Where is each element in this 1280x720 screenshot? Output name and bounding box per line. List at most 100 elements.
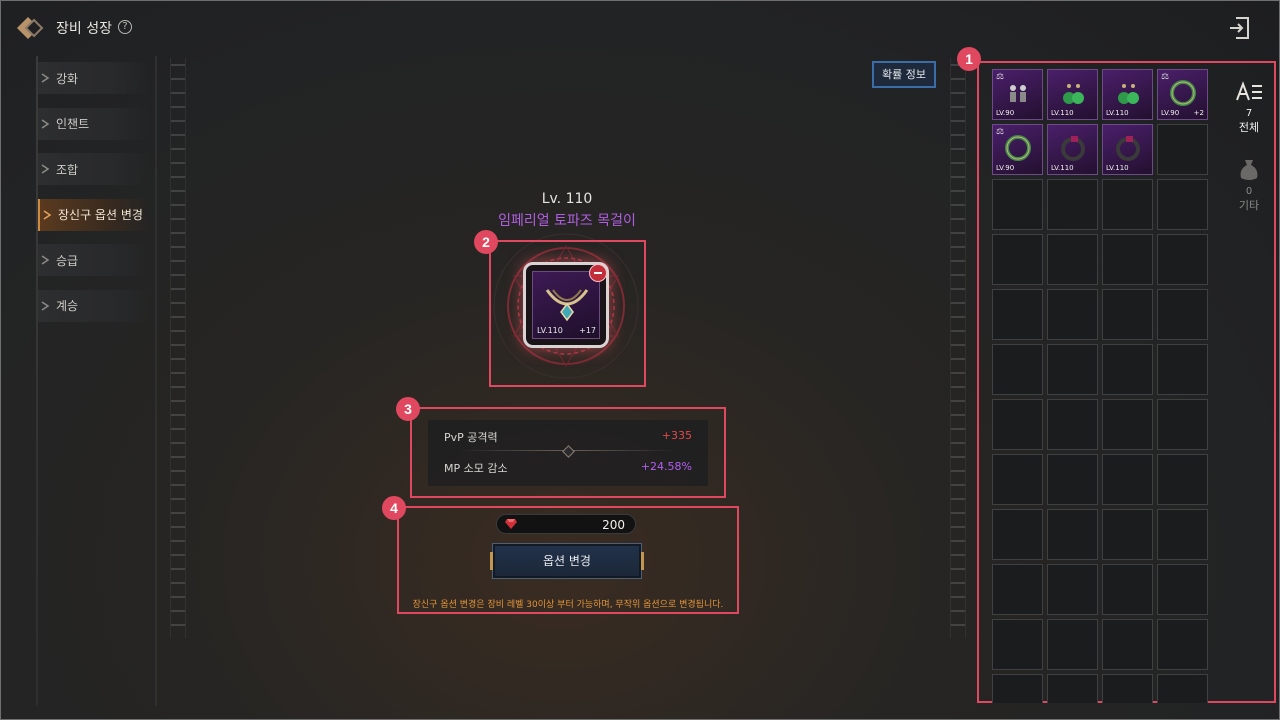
inventory-slot[interactable] [1157,619,1208,670]
inventory-slot[interactable] [1157,234,1208,285]
menu-item-enchant[interactable]: 인챈트 [38,107,150,140]
tab-label: 전체 [1238,121,1260,134]
green-earring-icon [1118,84,1139,104]
inventory-tab-all[interactable]: 7 전체 [1228,80,1270,135]
inventory-slot[interactable] [992,399,1043,450]
inventory-slot[interactable] [1157,289,1208,340]
lock-icon: ⚖ [1161,72,1170,82]
inventory-slot[interactable] [1157,674,1208,703]
list-sort-icon [1236,81,1262,101]
highlight-stats [410,407,726,498]
inventory-slot[interactable] [1157,344,1208,395]
inventory-slot[interactable]: ⚖ LV.90 [992,69,1043,120]
menu-arrow-icon [41,73,50,83]
slot-level: LV.110 [1051,109,1074,117]
inventory-slot[interactable]: LV.110 [1047,69,1098,120]
inventory-slot[interactable] [1047,179,1098,230]
inventory-slot[interactable] [1047,399,1098,450]
inventory-slot[interactable] [992,509,1043,560]
inventory-slot[interactable] [1047,344,1098,395]
inventory-slot[interactable]: ⚖ LV.90 +2 [1157,69,1208,120]
inventory-slot[interactable] [1102,564,1153,615]
inventory-slot[interactable] [1102,619,1153,670]
inventory-slot[interactable] [1102,344,1153,395]
inventory-slot[interactable] [1157,509,1208,560]
tab-label: 기타 [1238,199,1260,212]
menu-arrow-icon [41,164,50,174]
top-bar: 장비 성장 ? [0,0,1280,56]
slot-level: LV.110 [1106,109,1129,117]
inventory-grid: ⚖ LV.90 LV.110 LV.110 ⚖ LV.90 +2 ⚖ LV.90 LV.110 LV… [992,69,1210,703]
inventory-slot[interactable] [1047,454,1098,505]
inventory-slot[interactable] [1047,674,1098,703]
inventory-slot[interactable] [1102,674,1153,703]
badge-4: 4 [382,496,406,520]
badge-1: 1 [957,47,981,71]
green-earring-icon [1063,84,1084,104]
slot-enhance: +2 [1193,109,1204,117]
inventory-slot[interactable] [992,619,1043,670]
inventory-slot[interactable] [1047,564,1098,615]
slot-level: LV.90 [996,164,1015,172]
help-icon[interactable]: ? [118,20,132,34]
slot-level: LV.110 [1106,164,1129,172]
badge-2: 2 [474,230,498,254]
menu-item-inherit[interactable]: 계승 [38,289,150,322]
tab-count: 0 [1245,186,1253,197]
inventory-tab-etc[interactable]: 0 기타 [1228,156,1270,213]
inventory-slot[interactable]: LV.110 [1102,124,1153,175]
item-name: 임페리얼 토파즈 목걸이 [498,213,636,229]
inventory-slot[interactable] [1157,564,1208,615]
menu-item-label: 승급 [56,253,79,268]
highlight-action [397,506,739,614]
menu-divider [155,56,157,706]
lock-icon: ⚖ [996,127,1005,137]
inventory-slot[interactable] [992,564,1043,615]
menu-item-label: 강화 [56,71,79,86]
inventory-slot[interactable] [992,234,1043,285]
inventory-slot[interactable] [1102,399,1153,450]
inventory-slot[interactable] [1102,509,1153,560]
inventory-slot[interactable]: LV.110 [1102,69,1153,120]
inventory-slot[interactable] [1047,234,1098,285]
menu-arrow-icon [41,118,50,129]
inventory-slot[interactable]: LV.110 [1047,124,1098,175]
inventory-slot[interactable] [992,344,1043,395]
inventory-slot[interactable] [1157,179,1208,230]
menu-item-label: 인챈트 [56,117,90,131]
menu-item-label: 계승 [56,299,79,313]
back-arrow-icon[interactable] [14,14,44,42]
tab-count: 7 [1245,108,1253,119]
slot-level: LV.110 [1051,164,1074,172]
page-title: 장비 성장 [56,21,112,37]
inventory-slot[interactable] [1047,619,1098,670]
inventory-slot[interactable] [992,674,1043,703]
inventory-slot[interactable] [1102,289,1153,340]
menu-item-combine[interactable]: 조합 [38,153,150,185]
inventory-slot[interactable] [1102,179,1153,230]
inventory-slot[interactable] [1047,509,1098,560]
menu-item-enhance[interactable]: 강화 [38,62,150,94]
inventory-slot[interactable] [1102,234,1153,285]
inventory-slot[interactable] [992,454,1043,505]
probability-info-button[interactable]: 확률 정보 [872,61,936,88]
green-ring-icon [1005,135,1031,161]
chain-ornament-left [170,58,186,638]
slot-level: LV.90 [1161,109,1180,117]
inventory-slot[interactable]: ⚖ LV.90 [992,124,1043,175]
inventory-slot[interactable] [992,289,1043,340]
inventory-slot[interactable] [1102,454,1153,505]
inventory-slot[interactable] [1157,399,1208,450]
dark-ring-icon [1116,136,1140,161]
inventory-slot[interactable] [1157,454,1208,505]
dark-ring-icon [1061,136,1085,161]
exit-icon[interactable] [1228,16,1250,40]
menu-arrow-icon [41,300,50,311]
inventory-slot[interactable] [992,179,1043,230]
slot-level: LV.90 [996,109,1015,117]
inventory-slot[interactable] [1047,289,1098,340]
menu-item-label: 조합 [56,162,79,177]
badge-3: 3 [396,397,420,421]
inventory-slot[interactable] [1157,124,1208,175]
menu-item-promote[interactable]: 승급 [38,244,150,276]
